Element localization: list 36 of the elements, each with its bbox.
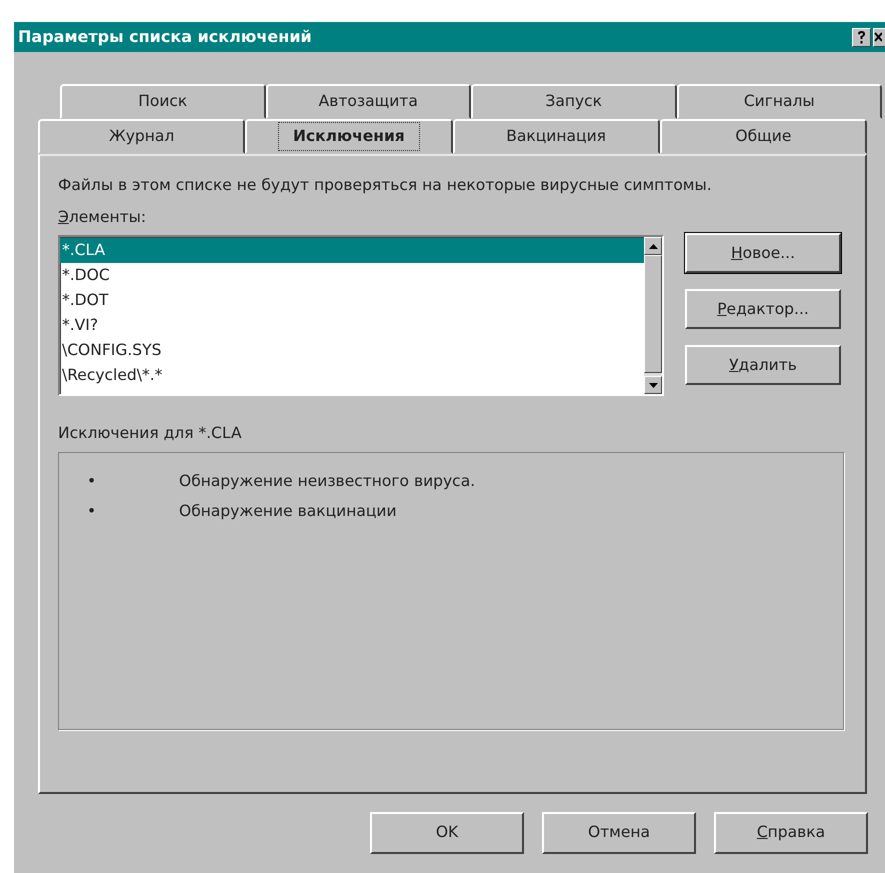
- tab[interactable]: Автозащита: [266, 84, 471, 119]
- dialog-button[interactable]: Отмена: [542, 812, 696, 854]
- list-item[interactable]: \CONFIG.SYS: [60, 338, 644, 364]
- close-icon: [874, 32, 882, 42]
- group-title: Исключения для *.CLA: [58, 423, 242, 444]
- tab[interactable]: Вакцинация: [452, 119, 660, 154]
- exception-text: Обнаружение неизвестного вируса.: [179, 470, 476, 492]
- bullet: •: [86, 470, 98, 492]
- scroll-up-icon[interactable]: [648, 244, 658, 249]
- tab[interactable]: Запуск: [471, 84, 676, 119]
- question-icon: [857, 30, 866, 44]
- description-text: Файлы в этом списке не будут проверяться на некоторые вирусные симптомы.: [58, 175, 713, 196]
- items-listbox[interactable]: *.CLA *.DOC *.DOT *.VI? \CONFIG.SYS \Recycled\*.*: [58, 235, 664, 396]
- tab[interactable]: Поиск: [60, 84, 266, 119]
- tab[interactable]: Исключения: [245, 119, 452, 154]
- tab[interactable]: Журнал: [38, 119, 246, 154]
- help-button[interactable]: [852, 28, 871, 46]
- scroll-down-icon[interactable]: [648, 382, 658, 388]
- dialog-button[interactable]: Редактор...: [685, 289, 841, 330]
- list-item[interactable]: \Recycled\*.*: [60, 363, 644, 388]
- list-item[interactable]: *.DOC: [60, 263, 644, 288]
- tab[interactable]: Общие: [660, 119, 867, 154]
- scrollbar[interactable]: [644, 237, 662, 394]
- list-label: Элементы:: [58, 207, 146, 228]
- window-title: Параметры списка исключений: [18, 26, 313, 48]
- dialog-button[interactable]: Новое...: [685, 233, 841, 274]
- dialog-button[interactable]: OK: [370, 812, 524, 854]
- tab[interactable]: Сигналы: [676, 84, 882, 119]
- list-item[interactable]: *.VI?: [60, 313, 644, 338]
- list-item[interactable]: *.CLA: [60, 238, 644, 264]
- list-item[interactable]: *.DOT: [60, 288, 644, 314]
- close-button[interactable]: [873, 28, 885, 46]
- bullet: •: [86, 500, 98, 522]
- dialog-button[interactable]: Удалить: [685, 345, 841, 386]
- dialog-button[interactable]: Справка: [714, 812, 868, 854]
- exception-text: Обнаружение вакцинации: [179, 500, 397, 522]
